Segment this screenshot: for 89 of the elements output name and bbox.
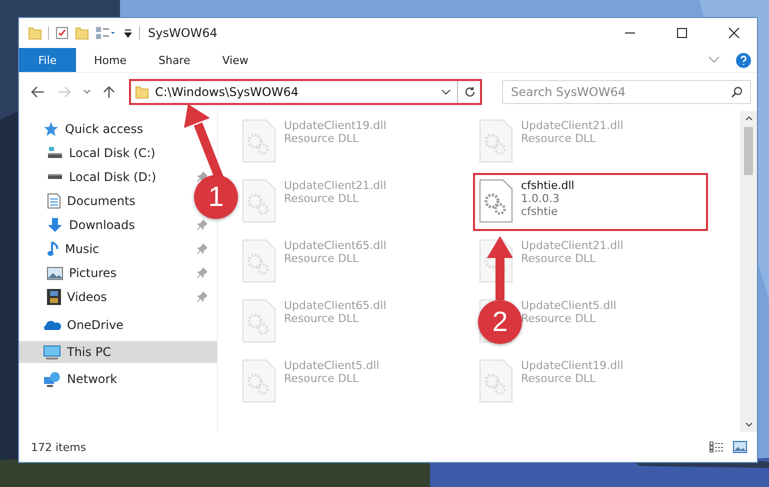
thumbnail-view-icon[interactable] xyxy=(733,441,747,453)
pin-icon[interactable] xyxy=(197,172,207,182)
nav-item[interactable]: Videos xyxy=(19,285,113,309)
file-name: UpdateClient65.dll xyxy=(284,239,386,252)
nav-label: Music xyxy=(65,242,100,256)
network-icon xyxy=(43,371,61,387)
download-icon xyxy=(47,217,63,233)
picture-icon xyxy=(47,266,63,280)
pin-icon[interactable] xyxy=(197,220,207,230)
window-title: SysWOW64 xyxy=(148,26,218,40)
nav-item[interactable]: Downloads xyxy=(19,213,141,237)
item-count: 172 items xyxy=(31,440,86,454)
cloud-icon xyxy=(43,319,61,331)
scrollbar[interactable] xyxy=(740,111,757,432)
file-detail: 1.0.0.3 xyxy=(521,192,560,205)
file-name: cfshtie.dll xyxy=(521,179,574,192)
nav-label: Local Disk (C:) xyxy=(69,146,156,160)
file-detail: Resource DLL xyxy=(521,252,597,265)
nav-label: This PC xyxy=(67,345,111,359)
file-name: UpdateClient5.dll xyxy=(521,299,616,312)
chevron-icon[interactable] xyxy=(708,56,720,64)
file-detail: Resource DLL xyxy=(284,312,360,325)
scroll-up-icon[interactable] xyxy=(744,115,752,121)
file-detail: Resource DLL xyxy=(284,132,360,145)
nav-item[interactable]: Local Disk (D:) xyxy=(19,165,162,189)
close-icon[interactable] xyxy=(728,27,740,39)
file-name: UpdateClient5.dll xyxy=(284,359,380,372)
file-detail: Resource DLL xyxy=(521,312,597,325)
folder-icon xyxy=(135,86,149,98)
recent-icon[interactable] xyxy=(83,89,91,95)
arrow xyxy=(487,236,513,300)
maximize-icon[interactable] xyxy=(676,27,688,39)
address-bar[interactable]: C:\Windows\SysWOW64 xyxy=(129,79,482,105)
refresh-icon[interactable] xyxy=(464,86,476,98)
nav-item[interactable]: Music xyxy=(19,237,106,261)
file-detail: Resource DLL xyxy=(284,372,360,385)
nav-item[interactable]: Documents xyxy=(19,189,142,213)
nav-label: Videos xyxy=(67,290,107,304)
file-name: UpdateClient19.dll xyxy=(521,359,624,372)
nav-label: Local Disk (D:) xyxy=(69,170,156,184)
scroll-thumb[interactable] xyxy=(744,127,753,175)
file-detail: Resource DLL xyxy=(521,372,597,385)
nav-label: Pictures xyxy=(69,266,117,280)
pin-icon[interactable] xyxy=(197,292,207,302)
star-icon xyxy=(43,121,59,137)
file-name: UpdateClient21.dll xyxy=(521,119,624,132)
ribbon-tab[interactable]: Share xyxy=(144,48,204,72)
address-path: C:\Windows\SysWOW64 xyxy=(155,85,300,99)
music-note-icon xyxy=(47,241,59,257)
nav-label: Network xyxy=(67,372,118,386)
ribbon-tab[interactable]: View xyxy=(208,48,262,72)
nav-label: OneDrive xyxy=(67,318,124,332)
file-name: UpdateClient65.dll xyxy=(284,299,386,312)
file-detail: Resource DLL xyxy=(284,252,360,265)
minimize-icon[interactable] xyxy=(624,32,636,34)
nav-label: Documents xyxy=(67,194,136,208)
file-detail: Resource DLL xyxy=(521,132,597,145)
up-icon[interactable] xyxy=(103,85,115,99)
file-name: UpdateClient21.dll xyxy=(284,179,386,192)
file-detail: Resource DLL xyxy=(284,192,360,205)
document-icon xyxy=(47,193,61,209)
scroll-down-icon[interactable] xyxy=(744,422,752,428)
drive-icon xyxy=(47,147,63,159)
search-field[interactable]: Search SysWOW64 xyxy=(502,80,751,104)
properties-icon[interactable] xyxy=(55,26,69,40)
details-view-icon[interactable] xyxy=(709,441,725,453)
selected-file[interactable]: cfshtie.dll 1.0.0.3 cfshtie xyxy=(473,173,708,231)
view-options-icon[interactable] xyxy=(95,26,117,40)
file-name: UpdateClient19.dll xyxy=(284,119,386,132)
ribbon-tab[interactable]: Home xyxy=(80,48,140,72)
file-detail: cfshtie xyxy=(521,205,559,218)
computer-icon xyxy=(43,344,61,360)
pin-icon[interactable] xyxy=(197,268,207,278)
nav-label: Downloads xyxy=(69,218,135,232)
pin-icon[interactable] xyxy=(197,244,207,254)
help-icon[interactable] xyxy=(736,52,751,68)
file-name: UpdateClient21.dll xyxy=(521,239,624,252)
nav-item[interactable]: Pictures xyxy=(19,261,123,285)
back-icon[interactable] xyxy=(31,86,45,98)
nav-item[interactable]: Local Disk (C:) xyxy=(19,141,162,165)
film-icon xyxy=(47,289,61,305)
file-tab[interactable]: File xyxy=(19,48,76,72)
nav-item[interactable]: Network xyxy=(19,367,217,391)
drive-icon xyxy=(47,174,63,180)
nav-item[interactable]: This PC xyxy=(19,341,217,363)
nav-item[interactable]: OneDrive xyxy=(19,313,217,337)
nav-item[interactable]: Quick access xyxy=(19,117,217,141)
dropdown-icon[interactable] xyxy=(441,89,451,95)
nav-label: Quick access xyxy=(65,122,144,136)
